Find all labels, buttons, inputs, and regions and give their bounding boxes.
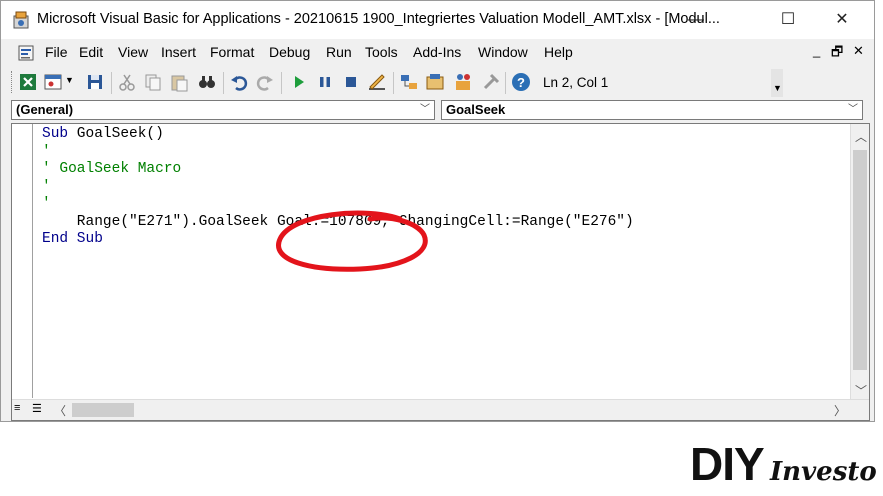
toolbar-grip[interactable] xyxy=(11,71,15,93)
code-text-span: GoalSeek() xyxy=(68,126,164,142)
properties-icon[interactable] xyxy=(425,72,445,92)
menu-tools[interactable]: Tools xyxy=(365,44,398,60)
project-explorer-icon[interactable] xyxy=(399,72,419,92)
svg-text:?: ? xyxy=(517,75,525,90)
close-icon: ✕ xyxy=(835,11,849,28)
vba-app-icon xyxy=(13,11,29,29)
object-combo[interactable]: (General) ﹀ xyxy=(11,100,435,120)
scroll-right-icon[interactable]: 〉 xyxy=(834,402,846,419)
menu-window[interactable]: Window xyxy=(478,44,528,60)
toolbar-separator xyxy=(111,72,112,94)
reset-icon[interactable] xyxy=(341,72,361,92)
code-combo-row: (General) ﹀ GoalSeek ﹀ xyxy=(1,99,874,123)
menu-view[interactable]: View xyxy=(118,44,148,60)
cut-icon[interactable] xyxy=(117,72,137,92)
minimize-icon: — xyxy=(688,11,704,28)
horizontal-scrollbar-row: ≡ ☰ 〈 〉 xyxy=(12,399,869,420)
menu-run[interactable]: Run xyxy=(326,44,352,60)
run-icon[interactable] xyxy=(289,72,309,92)
toolbox-icon[interactable] xyxy=(481,72,501,92)
scroll-left-icon[interactable]: 〈 xyxy=(54,402,66,419)
undo-icon[interactable] xyxy=(229,72,249,92)
toolbar-options-icon: ▼ xyxy=(773,83,782,93)
menu-file[interactable]: File xyxy=(45,44,68,60)
menu-edit[interactable]: Edit xyxy=(79,44,103,60)
view-excel-icon[interactable] xyxy=(18,72,38,92)
paste-icon[interactable] xyxy=(169,72,189,92)
object-browser-icon[interactable] xyxy=(453,72,473,92)
procedure-combo[interactable]: GoalSeek ﹀ xyxy=(441,100,863,120)
menu-format[interactable]: Format xyxy=(210,44,254,60)
title-bar: Microsoft Visual Basic for Applications … xyxy=(1,1,874,39)
code-line: Sub GoalSeek() xyxy=(42,126,634,144)
design-mode-icon[interactable] xyxy=(367,72,387,92)
dropdown-arrow-icon[interactable]: ▼ xyxy=(65,75,74,85)
mdi-restore-icon[interactable]: 🗗 xyxy=(831,43,843,65)
chevron-down-icon: ﹀ xyxy=(420,104,430,115)
close-button[interactable]: ✕ xyxy=(819,1,865,39)
comment-line: ' xyxy=(42,178,51,195)
toolbar-separator xyxy=(505,72,506,94)
vertical-scroll-thumb[interactable] xyxy=(853,150,867,370)
indicator-margin xyxy=(32,124,33,398)
minimize-button[interactable]: — xyxy=(673,1,719,39)
comment-line: ' xyxy=(42,143,51,160)
menu-bar: File Edit View Insert Format Debug Run T… xyxy=(1,39,874,67)
save-icon[interactable] xyxy=(85,72,105,92)
full-module-view-icon[interactable]: ☰ xyxy=(32,402,42,415)
chevron-down-icon: ﹀ xyxy=(848,104,858,115)
vertical-scrollbar[interactable]: ︿ ﹀ xyxy=(850,124,869,402)
insert-userform-icon[interactable] xyxy=(43,72,63,92)
maximize-button[interactable]: ☐ xyxy=(765,1,811,39)
procedure-combo-value: GoalSeek xyxy=(446,102,506,117)
diy-investor-logo: DIY Investor xyxy=(690,438,876,488)
toolbar-separator xyxy=(393,72,394,94)
find-icon[interactable] xyxy=(197,72,217,92)
cursor-position-status: Ln 2, Col 1 xyxy=(543,75,609,90)
red-circle-annotation xyxy=(276,210,428,272)
menu-help[interactable]: Help xyxy=(544,44,573,60)
menu-insert[interactable]: Insert xyxy=(161,44,196,60)
help-icon[interactable]: ? xyxy=(511,72,531,92)
toolbar-overflow[interactable]: ▼ xyxy=(771,69,783,97)
comment-line: ' GoalSeek Macro xyxy=(42,161,182,177)
procedure-view-icon[interactable]: ≡ xyxy=(14,402,20,414)
break-icon[interactable] xyxy=(315,72,335,92)
toolbar-separator xyxy=(223,72,224,94)
scroll-up-icon[interactable]: ︿ xyxy=(855,128,867,145)
scroll-down-icon[interactable]: ﹀ xyxy=(855,382,867,399)
mdi-minimize-icon[interactable]: _ xyxy=(813,43,820,58)
standard-toolbar: ▼ ? Ln 2, Col 1 ▼ xyxy=(1,67,874,99)
copy-icon[interactable] xyxy=(143,72,163,92)
maximize-icon: ☐ xyxy=(780,11,796,28)
redo-icon[interactable] xyxy=(255,72,275,92)
object-combo-value: (General) xyxy=(16,102,74,117)
module-icon[interactable] xyxy=(17,44,35,62)
window-title: Microsoft Visual Basic for Applications … xyxy=(37,11,720,27)
logo-script-text: Investor xyxy=(769,457,876,487)
menu-debug[interactable]: Debug xyxy=(269,44,310,60)
code-editor[interactable]: Sub GoalSeek() ' ' GoalSeek Macro ' ' Range(… xyxy=(11,123,870,421)
keyword: Sub xyxy=(42,126,69,142)
horizontal-scroll-thumb[interactable] xyxy=(72,403,134,417)
mdi-close-icon[interactable]: ✕ xyxy=(853,43,864,59)
toolbar-separator xyxy=(281,72,282,94)
menu-add-ins[interactable]: Add-Ins xyxy=(413,44,461,60)
vba-editor-window: Microsoft Visual Basic for Applications … xyxy=(0,0,875,422)
logo-main-text: DIY xyxy=(690,438,764,488)
